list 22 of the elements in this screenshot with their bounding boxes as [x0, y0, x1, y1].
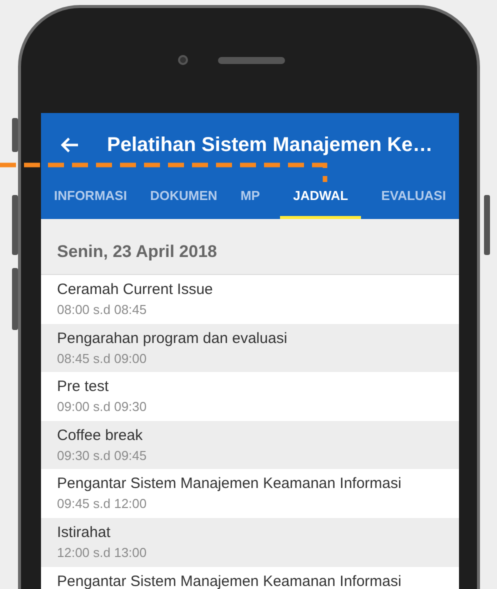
tab[interactable]: JADWAL	[280, 176, 362, 219]
camera-dot	[178, 55, 188, 65]
back-arrow-icon[interactable]	[61, 136, 79, 152]
schedule-row[interactable]: Pengantar Sistem Manajemen Keamanan Informasi	[41, 566, 459, 589]
session-title: Pengarahan program dan evaluasi	[57, 328, 288, 349]
session-title: Pengantar Sistem Manajemen Keamanan Informasi	[57, 474, 402, 494]
schedule-row[interactable]: Pengantar Sistem Manajemen Keamanan Informasi 09:45 s.d 12:00	[41, 469, 459, 518]
session-title: Pre test	[57, 377, 110, 398]
session-time: 08:45 s.d 09:00	[57, 350, 148, 368]
session-title: Istirahat	[57, 522, 112, 543]
screen-title: Pelatihan Sistem Manajemen Ke…	[107, 132, 433, 158]
schedule-row[interactable]: Pre test 09:00 s.d 09:30	[41, 372, 459, 421]
speaker-grille	[218, 57, 285, 64]
session-time: 09:45 s.d 12:00	[57, 495, 148, 514]
session-time: 12:00 s.d 13:00	[57, 544, 148, 562]
session-title: Coffee break	[57, 426, 144, 446]
session-time: 08:00 s.d 08:45	[57, 301, 148, 319]
session-time: 09:30 s.d 09:45	[57, 446, 148, 465]
session-time: 09:00 s.d 09:30	[57, 398, 148, 416]
session-title: Ceramah Current Issue	[57, 280, 214, 300]
session-title: Pengantar Sistem Manajemen Keamanan Informasi	[57, 572, 402, 589]
schedule-row[interactable]: Ceramah Current Issue 08:00 s.d 08:45	[41, 275, 459, 324]
